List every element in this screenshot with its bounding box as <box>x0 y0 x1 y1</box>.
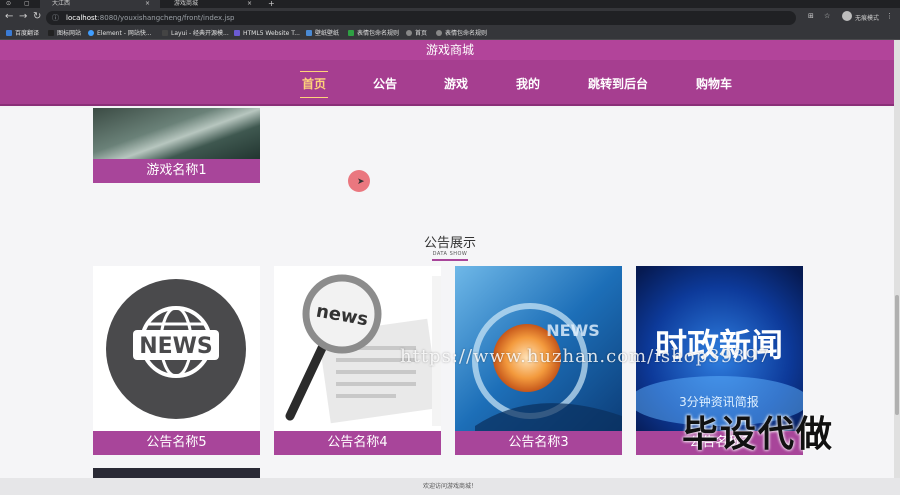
bookmark-icon <box>234 30 240 36</box>
nav-notices[interactable]: 公告 <box>373 76 397 92</box>
bookmarks-bar: 百度翻译 图标网站 Element - 网站快... Layui - 经典开源模… <box>0 28 900 40</box>
game-caption: 游戏名称1 <box>93 159 260 183</box>
bookmark-item[interactable]: HTML5 Website T... <box>234 29 300 39</box>
bookmark-item[interactable]: 表情包命名规则 <box>348 29 399 39</box>
nav-games[interactable]: 游戏 <box>444 76 468 92</box>
browser-tab-bar: ⊙ ▢ 大江西 × 游戏商城 × + <box>0 0 900 8</box>
bookmark-icon <box>436 30 442 36</box>
new-tab-icon[interactable]: + <box>268 0 275 8</box>
bookmark-item[interactable]: 首页 <box>406 29 427 39</box>
close-tab-icon[interactable]: × <box>247 0 252 8</box>
tab-2-label: 游戏商城 <box>174 0 199 7</box>
menu-icon[interactable]: ⊙ <box>6 0 11 7</box>
bookmark-item[interactable]: Element - 网站快... <box>88 29 152 39</box>
watermark-url: https://www.huzhan.com/ishop39397 <box>400 346 771 367</box>
profile-avatar[interactable] <box>842 11 852 21</box>
section-divider <box>432 259 468 261</box>
url-input[interactable]: ⓘ localhost:8080/youxishangcheng/front/i… <box>46 11 796 25</box>
bookmark-icon <box>348 30 354 36</box>
bookmark-icon <box>88 30 94 36</box>
footer: 欢迎访问游戏商城！ <box>0 478 900 495</box>
bookmark-icon <box>306 30 312 36</box>
forward-icon[interactable]: → <box>19 11 27 22</box>
notice-section-subtitle: DATA SHOW <box>432 251 468 257</box>
bookmark-item[interactable]: 百度翻译 <box>6 29 39 39</box>
nav-admin[interactable]: 跳转到后台 <box>588 76 648 92</box>
more-menu-icon[interactable]: ⋮ <box>886 12 893 20</box>
game-image <box>93 108 260 159</box>
url-path: :8080/youxishangcheng/front/index.jsp <box>97 14 235 22</box>
notice-caption: 公告名称5 <box>93 431 260 455</box>
site-title: 游戏商城 <box>0 40 900 60</box>
bookmark-item[interactable]: 图标网站 <box>48 29 81 39</box>
bookmark-item[interactable]: 表情包命名规则 <box>436 29 487 39</box>
back-icon[interactable]: ← <box>5 11 13 22</box>
nav-cart[interactable]: 购物车 <box>696 76 732 92</box>
game-card[interactable]: 游戏名称1 <box>93 108 260 183</box>
scrollbar-thumb[interactable] <box>895 295 899 415</box>
main-nav: 首页 公告 游戏 我的 跳转到后台 购物车 <box>0 60 900 106</box>
tab-1-label: 大江西 <box>52 0 71 7</box>
notice-section-title: 公告展示 <box>423 236 476 251</box>
cursor-icon: ➤ <box>357 177 365 187</box>
browser-tab-2[interactable]: 游戏商城 × <box>162 0 262 8</box>
url-host: localhost <box>66 14 98 22</box>
browser-tab-1[interactable]: 大江西 × <box>40 0 160 8</box>
reload-icon[interactable]: ↻ <box>33 11 41 22</box>
bookmark-icon <box>48 30 54 36</box>
notice-caption: 公告名称3 <box>455 431 622 455</box>
bookmark-icon <box>406 30 412 36</box>
close-tab-icon[interactable]: × <box>145 0 150 8</box>
bookmark-icon <box>6 30 12 36</box>
address-bar-row: ← → ↻ ⓘ localhost:8080/youxishangcheng/f… <box>0 8 900 28</box>
tab-list-icon[interactable]: ▢ <box>24 0 30 7</box>
notice-caption: 公告名称4 <box>274 431 441 455</box>
translate-icon[interactable]: ⊞ <box>808 12 814 20</box>
nav-home[interactable]: 首页 <box>299 71 329 98</box>
bookmark-item[interactable]: Layui - 经典开源模... <box>162 29 229 39</box>
bookmark-icon <box>162 30 168 36</box>
news-badge-text: NEWS <box>546 321 600 340</box>
notice-card-next[interactable] <box>93 468 260 478</box>
bookmark-item[interactable]: 壁纸壁纸 <box>306 29 339 39</box>
news-badge-text: NEWS <box>139 334 213 359</box>
guest-mode-label: 无痕模式 <box>855 15 880 22</box>
news-globe-image: NEWS <box>93 266 260 431</box>
notice-card[interactable]: NEWS 公告名称5 <box>93 266 260 455</box>
nav-mine[interactable]: 我的 <box>516 76 540 92</box>
bookmark-star-icon[interactable]: ☆ <box>824 12 830 20</box>
watermark-slogan: 毕设代做 <box>682 414 835 455</box>
site-info-icon[interactable]: ⓘ <box>52 11 59 25</box>
